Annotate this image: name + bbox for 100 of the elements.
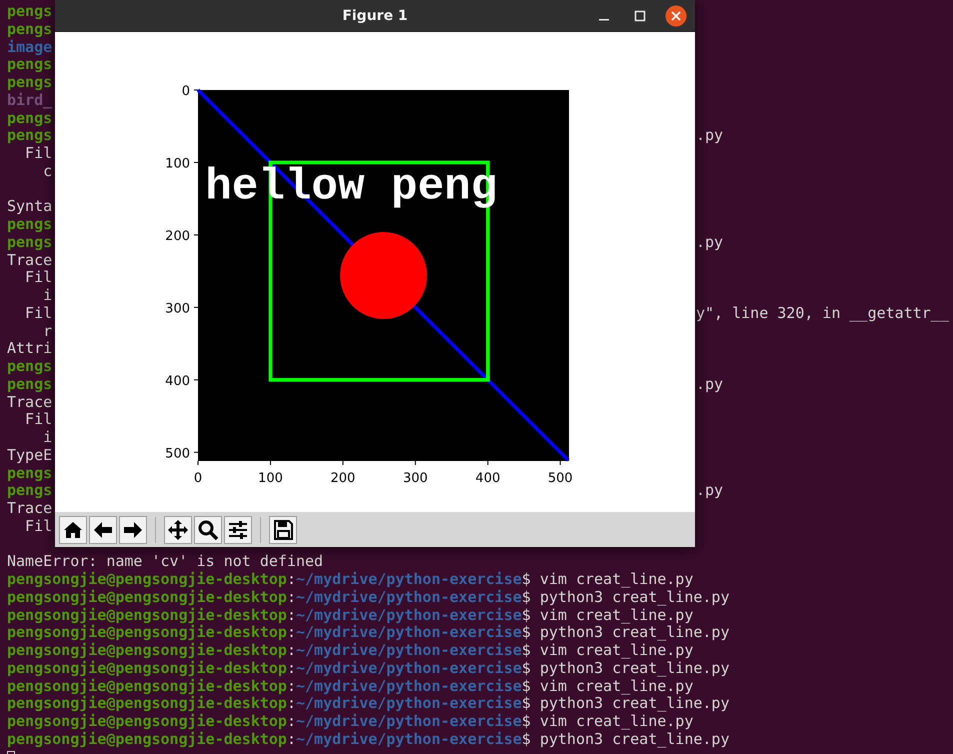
prompt-user: pengs: [7, 216, 52, 234]
output-text: Fil: [24, 411, 52, 429]
prompt-path: ~/mydrive/python-exercise: [296, 571, 522, 589]
output-text: .py: [696, 234, 724, 252]
prompt-user: pengsongjie@pengsongjie-desktop: [7, 730, 287, 748]
sliders-icon: [227, 518, 249, 540]
prompt-path: ~/mydrive/python-exercise: [296, 660, 522, 678]
prompt-path: ~/mydrive/python-exercise: [296, 624, 522, 642]
prompt-user: pengsongjie@pengsongjie-desktop: [7, 660, 287, 678]
tick-label: 100: [165, 156, 190, 172]
prompt-user: pengsongjie@pengsongjie-desktop: [7, 571, 287, 589]
output-text: Fil: [24, 304, 52, 322]
tick-label: 200: [330, 471, 356, 486]
prompt-path: ~/mydrive/python-exercise: [296, 606, 522, 624]
prompt-path: ~/mydrive/python-exercise: [296, 588, 522, 606]
prompt-user: pengsongjie@pengsongjie-desktop: [7, 588, 287, 606]
prompt-user: pengs: [7, 464, 52, 482]
output-text: .py: [696, 376, 724, 394]
tick-label: 300: [165, 301, 190, 316]
prompt-separator: :: [286, 571, 296, 589]
home-button[interactable]: [59, 516, 87, 544]
command-text: $ python3 creat_line.py: [522, 695, 730, 713]
output-text: Trace: [7, 252, 52, 270]
prompt-user: pengs: [7, 110, 52, 128]
prompt-separator: :: [286, 624, 296, 642]
save-icon: [272, 518, 294, 540]
prompt-separator: :: [286, 713, 296, 731]
tick-label: 300: [402, 471, 428, 486]
prompt-user: pengs: [7, 358, 52, 376]
file-name: bird_: [7, 92, 52, 110]
move-icon: [167, 518, 189, 540]
output-text: r: [42, 322, 52, 340]
output-text: Synta: [7, 198, 52, 216]
tick-label: 400: [165, 374, 190, 389]
prompt-separator: :: [286, 678, 296, 696]
prompt-user: pengs: [7, 127, 52, 145]
prompt-separator: :: [286, 642, 296, 660]
output-text: Attri: [7, 340, 52, 358]
prompt-path: ~/mydrive/python-exercise: [296, 713, 522, 731]
command-text: $ python3 creat_line.py: [522, 660, 730, 678]
prompt-user: pengs: [7, 482, 52, 500]
prompt-user: pengs: [7, 376, 52, 394]
output-text: .py: [696, 482, 724, 500]
tick-label: 100: [258, 471, 283, 486]
prompt-separator: :: [286, 730, 296, 748]
prompt-path: ~/mydrive/python-exercise: [296, 642, 522, 660]
command-text: $ python3 creat_line.py: [522, 730, 730, 748]
prompt-separator: :: [286, 588, 296, 606]
search-icon: [197, 518, 219, 540]
prompt-user: pengsongjie@pengsongjie-desktop: [7, 713, 287, 731]
tick-label: 400: [475, 471, 500, 486]
window-title: Figure 1: [342, 8, 408, 24]
prompt-user: pengsongjie@pengsongjie-desktop: [7, 695, 287, 713]
prompt-user: pengsongjie@pengsongjie-desktop: [7, 642, 287, 660]
command-text: $ python3 creat_line.py: [522, 588, 730, 606]
output-text: i: [42, 287, 52, 305]
prompt-separator: :: [286, 695, 296, 713]
tick-label: 200: [165, 228, 190, 244]
output-text: .py: [696, 127, 724, 145]
prompt-user: pengs: [7, 74, 52, 92]
back-button[interactable]: [89, 516, 117, 544]
prompt-path: ~/mydrive/python-exercise: [296, 730, 522, 748]
output-text: y", line 320, in __getattr__: [696, 304, 949, 322]
tick-label: 500: [548, 471, 573, 486]
prompt-user: pengs: [7, 3, 52, 21]
prompt-user: pengsongjie@pengsongjie-desktop: [7, 678, 287, 696]
output-text: Fil: [24, 518, 52, 536]
close-button[interactable]: [665, 5, 687, 27]
command-text: $ vim creat_line.py: [522, 571, 694, 589]
output-text: TypeE: [7, 446, 52, 464]
save-button[interactable]: [269, 516, 297, 544]
prompt-user: pengsongjie@pengsongjie-desktop: [7, 624, 287, 642]
prompt-user: pengsongjie@pengsongjie-desktop: [7, 606, 287, 624]
prompt-user: pengs: [7, 56, 52, 74]
directory-name: image: [7, 38, 52, 56]
output-text: Fil: [24, 145, 52, 163]
output-text: Trace: [7, 500, 52, 518]
configure-button[interactable]: [224, 516, 252, 544]
prompt-user: pengs: [7, 234, 52, 252]
command-text: $ vim creat_line.py: [522, 678, 694, 696]
prompt-user: pengs: [7, 20, 52, 38]
output-text: NameError: name 'cv' is not defined: [7, 553, 324, 571]
command-text: $ python3 creat_line.py: [522, 624, 730, 642]
tick-label: 0: [194, 471, 202, 486]
prompt-separator: :: [286, 606, 296, 624]
prompt-path: ~/mydrive/python-exercise: [296, 695, 522, 713]
output-text: Trace: [7, 394, 52, 412]
tick-label: 500: [165, 446, 190, 462]
command-text: $ vim creat_line.py: [522, 606, 694, 624]
command-text: $ vim creat_line.py: [522, 713, 694, 731]
command-text: $ vim creat_line.py: [522, 642, 694, 660]
tick-label: 0: [182, 84, 190, 99]
prompt-path: ~/mydrive/python-exercise: [296, 678, 522, 696]
output-text: i: [42, 429, 52, 447]
forward-button[interactable]: [119, 516, 147, 544]
zoom-button[interactable]: [194, 516, 222, 544]
output-text: c: [42, 162, 52, 180]
prompt-separator: :: [286, 660, 296, 678]
output-text: Fil: [24, 269, 52, 287]
pan-button[interactable]: [164, 516, 192, 544]
